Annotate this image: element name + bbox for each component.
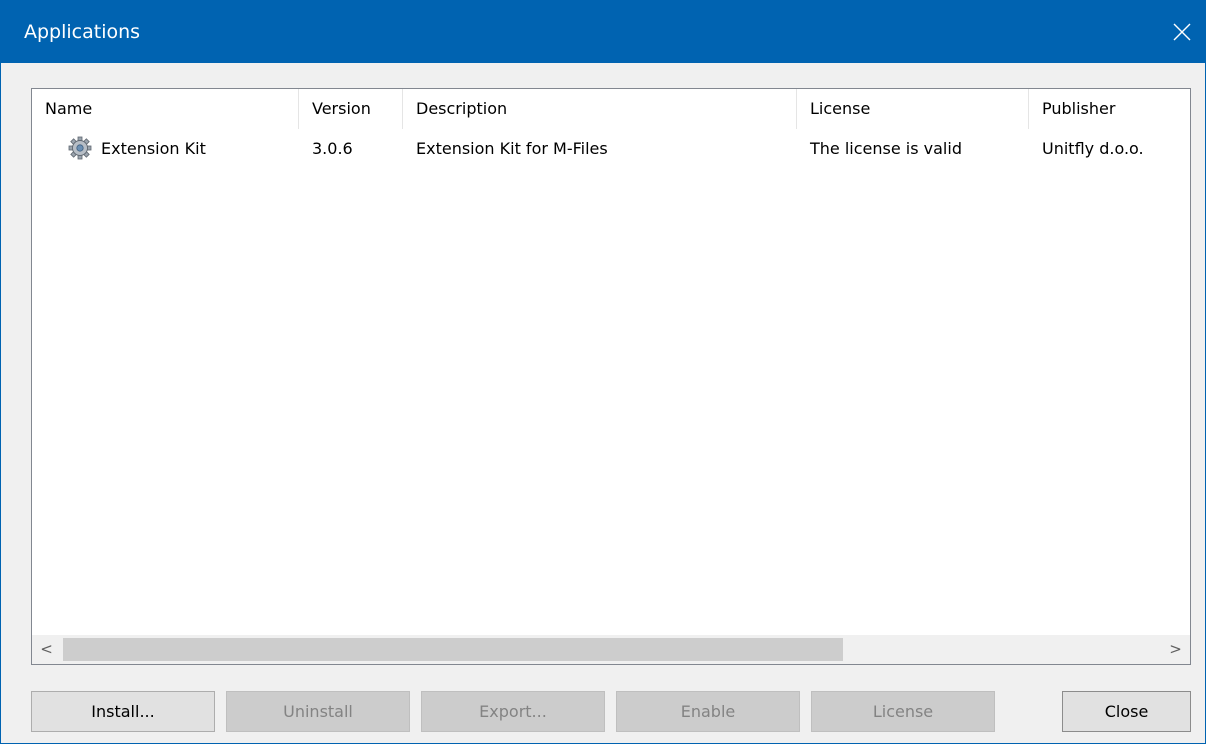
row-license: The license is valid — [810, 139, 962, 158]
column-header-version[interactable]: Version — [299, 89, 403, 129]
license-button[interactable]: License — [811, 691, 995, 732]
column-header-publisher[interactable]: Publisher — [1029, 89, 1190, 129]
applications-dialog: Applications Name Version Description Li… — [0, 0, 1206, 744]
row-description: Extension Kit for M-Files — [416, 139, 608, 158]
list-item[interactable]: Extension Kit 3.0.6 Extension Kit for M-… — [32, 129, 1190, 169]
column-header-description[interactable]: Description — [403, 89, 797, 129]
scrollbar-thumb[interactable] — [63, 638, 843, 661]
scroll-left-button[interactable]: < — [32, 635, 61, 664]
horizontal-scrollbar[interactable]: < > — [32, 635, 1190, 664]
window-title: Applications — [24, 21, 141, 43]
uninstall-button[interactable]: Uninstall — [226, 691, 410, 732]
enable-button[interactable]: Enable — [616, 691, 800, 732]
row-publisher: Unitfly d.o.o. — [1042, 139, 1144, 158]
row-version: 3.0.6 — [312, 139, 353, 158]
list-header: Name Version Description License Publish… — [32, 89, 1190, 129]
scroll-right-button[interactable]: > — [1161, 635, 1190, 664]
applications-list[interactable]: Name Version Description License Publish… — [31, 88, 1191, 665]
row-name: Extension Kit — [101, 139, 206, 158]
export-button[interactable]: Export... — [421, 691, 605, 732]
install-button[interactable]: Install... — [31, 691, 215, 732]
close-icon — [1173, 23, 1191, 41]
close-button[interactable]: Close — [1062, 691, 1191, 732]
window-close-button[interactable] — [1159, 1, 1205, 63]
column-header-name[interactable]: Name — [32, 89, 299, 129]
title-bar: Applications — [1, 1, 1205, 63]
column-header-license[interactable]: License — [797, 89, 1029, 129]
